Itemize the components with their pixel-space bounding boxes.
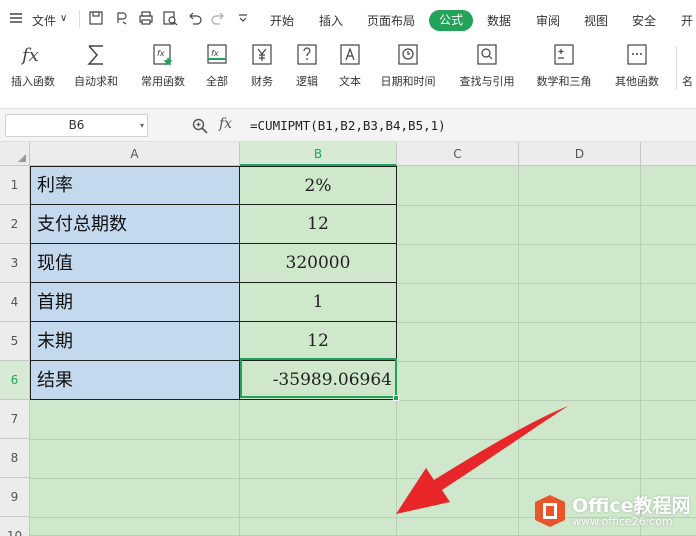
redo-icon[interactable]: [210, 10, 226, 26]
cell-reference: B6: [68, 118, 85, 132]
cell-b2[interactable]: 12: [240, 205, 397, 244]
row-header-4[interactable]: 4: [0, 283, 30, 322]
export-icon[interactable]: [114, 10, 130, 26]
row-header-7[interactable]: 7: [0, 400, 30, 439]
cell-b3[interactable]: 320000: [240, 244, 397, 283]
question-icon: [295, 43, 319, 67]
zoom-search-icon[interactable]: [191, 117, 209, 135]
cell-b4[interactable]: 1: [240, 283, 397, 322]
cell-b1[interactable]: 2%: [240, 167, 397, 205]
watermark-title: Office教程网: [572, 495, 691, 517]
office-logo-icon: [535, 495, 565, 527]
column-header-d[interactable]: D: [519, 142, 641, 166]
fx-icon[interactable]: fx: [219, 116, 232, 132]
watermark-url: www.office26.com: [572, 515, 673, 528]
cell-a1[interactable]: 利率: [31, 167, 240, 205]
fx-icon: fx: [21, 43, 45, 67]
svg-text:fx: fx: [157, 49, 165, 58]
ribbon-divider: [676, 46, 677, 90]
lookup-reference-button[interactable]: 查找与引用: [452, 40, 522, 98]
tab-page-layout[interactable]: 页面布局: [367, 12, 415, 29]
row-header-5[interactable]: 5: [0, 322, 30, 361]
tab-security[interactable]: 安全: [632, 12, 656, 29]
other-functions-button[interactable]: 其他函数: [606, 40, 668, 98]
function-list-icon: fx: [205, 43, 229, 67]
sigma-icon: [84, 43, 108, 67]
column-header-b[interactable]: B: [240, 142, 397, 166]
print-icon[interactable]: [138, 10, 154, 26]
tab-review[interactable]: 审阅: [536, 12, 560, 29]
cell-a5[interactable]: 末期: [31, 322, 240, 361]
tab-view[interactable]: 视图: [584, 12, 608, 29]
undo-icon[interactable]: [187, 10, 203, 26]
chevron-down-icon[interactable]: ∨: [60, 13, 67, 24]
file-menu[interactable]: 文件: [32, 12, 56, 29]
more-dots-icon: [625, 43, 649, 67]
math-trig-button[interactable]: 数学和三角: [530, 40, 598, 98]
formula-input[interactable]: =CUMIPMT(B1,B2,B3,B4,B5,1): [250, 118, 446, 133]
common-functions-button[interactable]: fx 常用函数: [132, 40, 194, 98]
active-cell-selection: [240, 358, 397, 398]
watermark: Office教程网 www.office26.com: [534, 486, 696, 536]
logical-button[interactable]: 逻辑: [286, 40, 328, 98]
text-a-icon: [338, 43, 362, 67]
column-e-area[interactable]: [641, 166, 696, 536]
print-preview-icon[interactable]: [162, 10, 178, 26]
save-icon[interactable]: [88, 10, 104, 26]
cell-b5[interactable]: 12: [240, 322, 397, 361]
quick-access-dropdown-icon[interactable]: [235, 10, 251, 26]
ribbon: fx 插入函数 自动求和 fx 常用函数 fx 全部 财务 逻辑 文本 日期和时…: [0, 40, 696, 98]
svg-text:fx: fx: [211, 49, 219, 58]
column-header-e[interactable]: [641, 142, 696, 166]
chevron-down-icon[interactable]: ▾: [140, 115, 144, 136]
magnifier-doc-icon: [475, 43, 499, 67]
formula-bar: B6 ▾ fx =CUMIPMT(B1,B2,B3,B4,B5,1): [0, 108, 696, 142]
fill-handle[interactable]: [393, 395, 399, 401]
calculator-icon: [552, 43, 576, 67]
clock-icon: [396, 43, 420, 67]
column-a-lower-area[interactable]: [30, 400, 240, 536]
cell-a4[interactable]: 首期: [31, 283, 240, 322]
all-functions-button[interactable]: fx 全部: [198, 40, 236, 98]
name-box[interactable]: B6 ▾: [5, 114, 148, 137]
spreadsheet-grid[interactable]: A B C D 1 2 3 4 5 6 7 8 9 10 利率 2% 支付总期数…: [0, 142, 696, 536]
column-header-a[interactable]: A: [30, 142, 240, 166]
text-functions-button[interactable]: 文本: [330, 40, 370, 98]
star-function-icon: fx: [151, 43, 175, 67]
autosum-button[interactable]: 自动求和: [64, 40, 128, 98]
row-header-10[interactable]: 10: [0, 517, 30, 536]
row-header-3[interactable]: 3: [0, 244, 30, 283]
select-all-corner[interactable]: [0, 142, 30, 166]
row-header-9[interactable]: 9: [0, 478, 30, 517]
row-header-2[interactable]: 2: [0, 205, 30, 244]
row-header-8[interactable]: 8: [0, 439, 30, 478]
tab-home[interactable]: 开始: [270, 12, 294, 29]
menu-icon[interactable]: [8, 10, 24, 26]
name-manager-button[interactable]: 名: [682, 40, 696, 98]
svg-text:fx: fx: [21, 45, 39, 66]
tab-data[interactable]: 数据: [487, 12, 511, 29]
insert-function-button[interactable]: fx 插入函数: [5, 40, 61, 98]
tab-more[interactable]: 开: [681, 12, 693, 29]
cell-a2[interactable]: 支付总期数: [31, 205, 240, 244]
tab-insert[interactable]: 插入: [319, 12, 343, 29]
row-header-1[interactable]: 1: [0, 166, 30, 205]
cell-a6[interactable]: 结果: [31, 361, 240, 400]
row-header-6[interactable]: 6: [0, 361, 30, 400]
financial-button[interactable]: 财务: [242, 40, 282, 98]
column-header-c[interactable]: C: [397, 142, 519, 166]
cell-a3[interactable]: 现值: [31, 244, 240, 283]
menu-bar: 文件 ∨ 开始 插入 页面布局 公式 数据 审阅 视图 安全 开: [0, 0, 696, 40]
column-b-lower-area[interactable]: [240, 400, 397, 536]
date-time-button[interactable]: 日期和时间: [374, 40, 442, 98]
tab-formula[interactable]: 公式: [429, 10, 473, 31]
yen-icon: [250, 43, 274, 67]
